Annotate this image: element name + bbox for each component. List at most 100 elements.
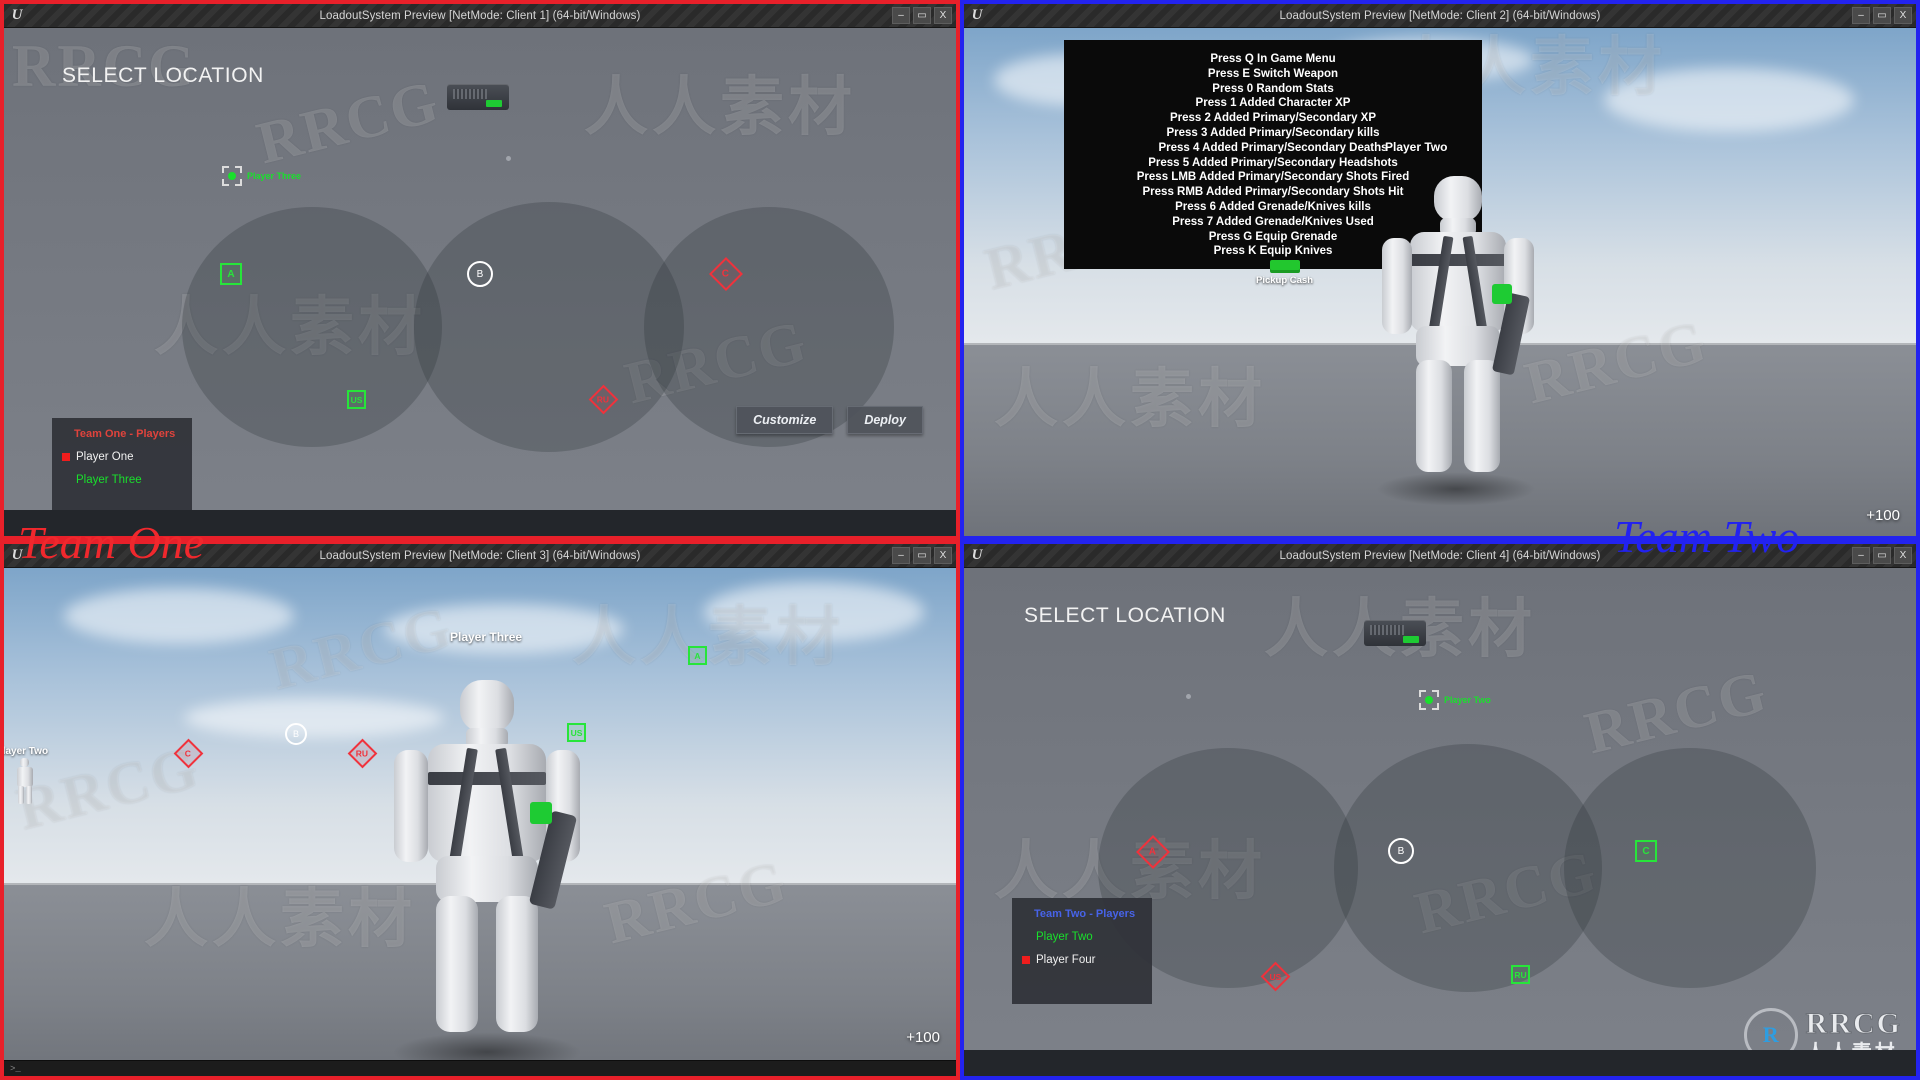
- capture-zone-c[interactable]: [1564, 748, 1816, 988]
- close-button[interactable]: X: [1894, 547, 1912, 564]
- marker-b[interactable]: B: [285, 723, 307, 745]
- character-nameplate: Player Three: [450, 630, 523, 644]
- instruction-line: Press E Switch Weapon: [1207, 67, 1339, 80]
- marker-a[interactable]: A: [220, 263, 242, 285]
- minimize-button[interactable]: –: [1852, 7, 1870, 24]
- marker-c[interactable]: C: [709, 257, 743, 291]
- window-title-client-4: LoadoutSystem Preview [NetMode: Client 4…: [1279, 549, 1601, 562]
- window-client-1[interactable]: U LoadoutSystem Preview [NetMode: Client…: [0, 0, 960, 540]
- capture-zone-a[interactable]: [182, 207, 442, 447]
- marker-b[interactable]: B: [467, 261, 493, 287]
- cloud: [1604, 68, 1854, 132]
- marker-c[interactable]: C: [1635, 840, 1657, 862]
- viewport-client-4[interactable]: 人人素材 人人素材 RRCG RRCG SELECT LOCATION Play…: [964, 568, 1916, 1076]
- instruction-line: Press Q In Game Menu: [1210, 53, 1336, 65]
- character-mannequin[interactable]: [1364, 176, 1554, 506]
- maximize-button[interactable]: ▭: [913, 547, 931, 564]
- marker-b[interactable]: B: [1388, 838, 1414, 864]
- marker-ru[interactable]: RU: [1511, 965, 1530, 984]
- player-name: Player Three: [76, 474, 142, 486]
- character-head: [1434, 176, 1482, 222]
- map-scene: RRCG RRCG 人人素材 人人素材 RRCG SELECT LOCATION…: [4, 28, 956, 536]
- window-controls-client-4[interactable]: – ▭ X: [1852, 547, 1912, 564]
- instruction-line: Press 3 Added Primary/Secondary kills: [1166, 126, 1380, 139]
- window-controls-client-2[interactable]: – ▭ X: [1852, 7, 1912, 24]
- maximize-button[interactable]: ▭: [913, 7, 931, 24]
- marker-a-icon: A: [220, 263, 242, 285]
- marker-a-icon: A: [1136, 835, 1170, 869]
- marker-us-icon: US: [347, 390, 366, 409]
- marker-ru-icon: RU: [347, 738, 378, 769]
- close-button[interactable]: X: [1894, 7, 1912, 24]
- action-bar: Customize Deploy: [736, 406, 923, 434]
- minimize-button[interactable]: –: [892, 547, 910, 564]
- list-item[interactable]: Player Four: [1022, 953, 1138, 967]
- quad-client-screen: U LoadoutSystem Preview [NetMode: Client…: [0, 0, 1920, 1080]
- window-client-4[interactable]: U LoadoutSystem Preview [NetMode: Client…: [960, 540, 1920, 1080]
- minimize-button[interactable]: –: [892, 7, 910, 24]
- character-torso: [428, 744, 546, 862]
- scene-dot: [1186, 694, 1191, 699]
- window-title-client-1: LoadoutSystem Preview [NetMode: Client 1…: [319, 9, 641, 22]
- player-marker-icon: [62, 476, 70, 484]
- character-strap: [1410, 254, 1506, 266]
- maximize-button[interactable]: ▭: [1873, 7, 1891, 24]
- list-item[interactable]: Player One: [62, 450, 178, 464]
- distant-character: [12, 758, 38, 804]
- logo-name: RRCG: [1805, 1006, 1902, 1040]
- marker-us[interactable]: US: [347, 390, 366, 409]
- window-controls-client-1[interactable]: – ▭ X: [892, 7, 952, 24]
- console-strip[interactable]: >_: [4, 1060, 956, 1076]
- capture-zone-b[interactable]: [1334, 744, 1602, 992]
- beacon-dot-icon: [1425, 696, 1433, 704]
- scene-dot: [506, 156, 511, 161]
- unreal-engine-icon: U: [971, 547, 983, 563]
- marker-a[interactable]: A: [688, 646, 707, 665]
- marker-a[interactable]: A: [1136, 835, 1170, 869]
- drone-prop: [447, 84, 509, 110]
- player-marker-icon: [62, 453, 70, 461]
- window-client-2[interactable]: U LoadoutSystem Preview [NetMode: Client…: [960, 0, 1920, 540]
- close-button[interactable]: X: [934, 547, 952, 564]
- titlebar-client-3[interactable]: U LoadoutSystem Preview [NetMode: Client…: [4, 544, 956, 568]
- window-controls-client-3[interactable]: – ▭ X: [892, 547, 952, 564]
- list-item[interactable]: Player Two: [1022, 930, 1138, 944]
- character-mannequin[interactable]: [382, 680, 592, 1072]
- score-indicator: +100: [906, 1029, 940, 1046]
- maximize-button[interactable]: ▭: [1873, 547, 1891, 564]
- titlebar-client-4[interactable]: U LoadoutSystem Preview [NetMode: Client…: [964, 544, 1916, 568]
- instruction-line: Press 5 Added Primary/Secondary Headshot…: [1148, 156, 1398, 169]
- viewport-client-1[interactable]: RRCG RRCG 人人素材 人人素材 RRCG SELECT LOCATION…: [4, 28, 956, 536]
- marker-ru[interactable]: RU: [347, 738, 378, 769]
- viewport-client-2[interactable]: RRCG 人人素材 RRCG 人人素材 RRCG Press Q In Game…: [964, 28, 1916, 536]
- team-panel-title: Team One - Players: [74, 428, 176, 440]
- marker-ru-icon: RU: [588, 384, 619, 415]
- marker-b-icon: B: [1388, 838, 1414, 864]
- player-beacon: Player Two: [1419, 690, 1491, 710]
- unreal-engine-icon: U: [11, 7, 23, 23]
- player-marker-icon: [1022, 933, 1030, 941]
- deploy-button[interactable]: Deploy: [847, 406, 923, 434]
- pickup-cash[interactable]: Pickup Cash: [1256, 260, 1313, 286]
- minimize-button[interactable]: –: [1852, 547, 1870, 564]
- score-indicator: +100: [1866, 507, 1900, 524]
- close-button[interactable]: X: [934, 7, 952, 24]
- list-item[interactable]: Player Three: [62, 473, 178, 487]
- viewport-client-3[interactable]: RRCG 人人素材 RRCG 人人素材 RRCG Player Three A …: [4, 568, 956, 1076]
- customize-button[interactable]: Customize: [736, 406, 834, 434]
- window-client-3[interactable]: U LoadoutSystem Preview [NetMode: Client…: [0, 540, 960, 1080]
- marker-c[interactable]: C: [173, 738, 204, 769]
- cloud: [704, 582, 924, 642]
- titlebar-client-2[interactable]: U LoadoutSystem Preview [NetMode: Client…: [964, 4, 1916, 28]
- character-torso: [1410, 232, 1506, 332]
- titlebar-client-1[interactable]: U LoadoutSystem Preview [NetMode: Client…: [4, 4, 956, 28]
- player-marker-icon: [1022, 956, 1030, 964]
- character-nameplate: Player Two: [1385, 140, 1448, 154]
- marker-us[interactable]: US: [1260, 961, 1291, 992]
- instruction-line: Press 0 Random Stats: [1212, 82, 1334, 95]
- marker-ru[interactable]: RU: [588, 384, 619, 415]
- page-title: SELECT LOCATION: [1024, 604, 1226, 627]
- cloud: [64, 588, 294, 644]
- logo-mark-icon: R: [1743, 1008, 1798, 1062]
- character-leg-right: [496, 896, 538, 1032]
